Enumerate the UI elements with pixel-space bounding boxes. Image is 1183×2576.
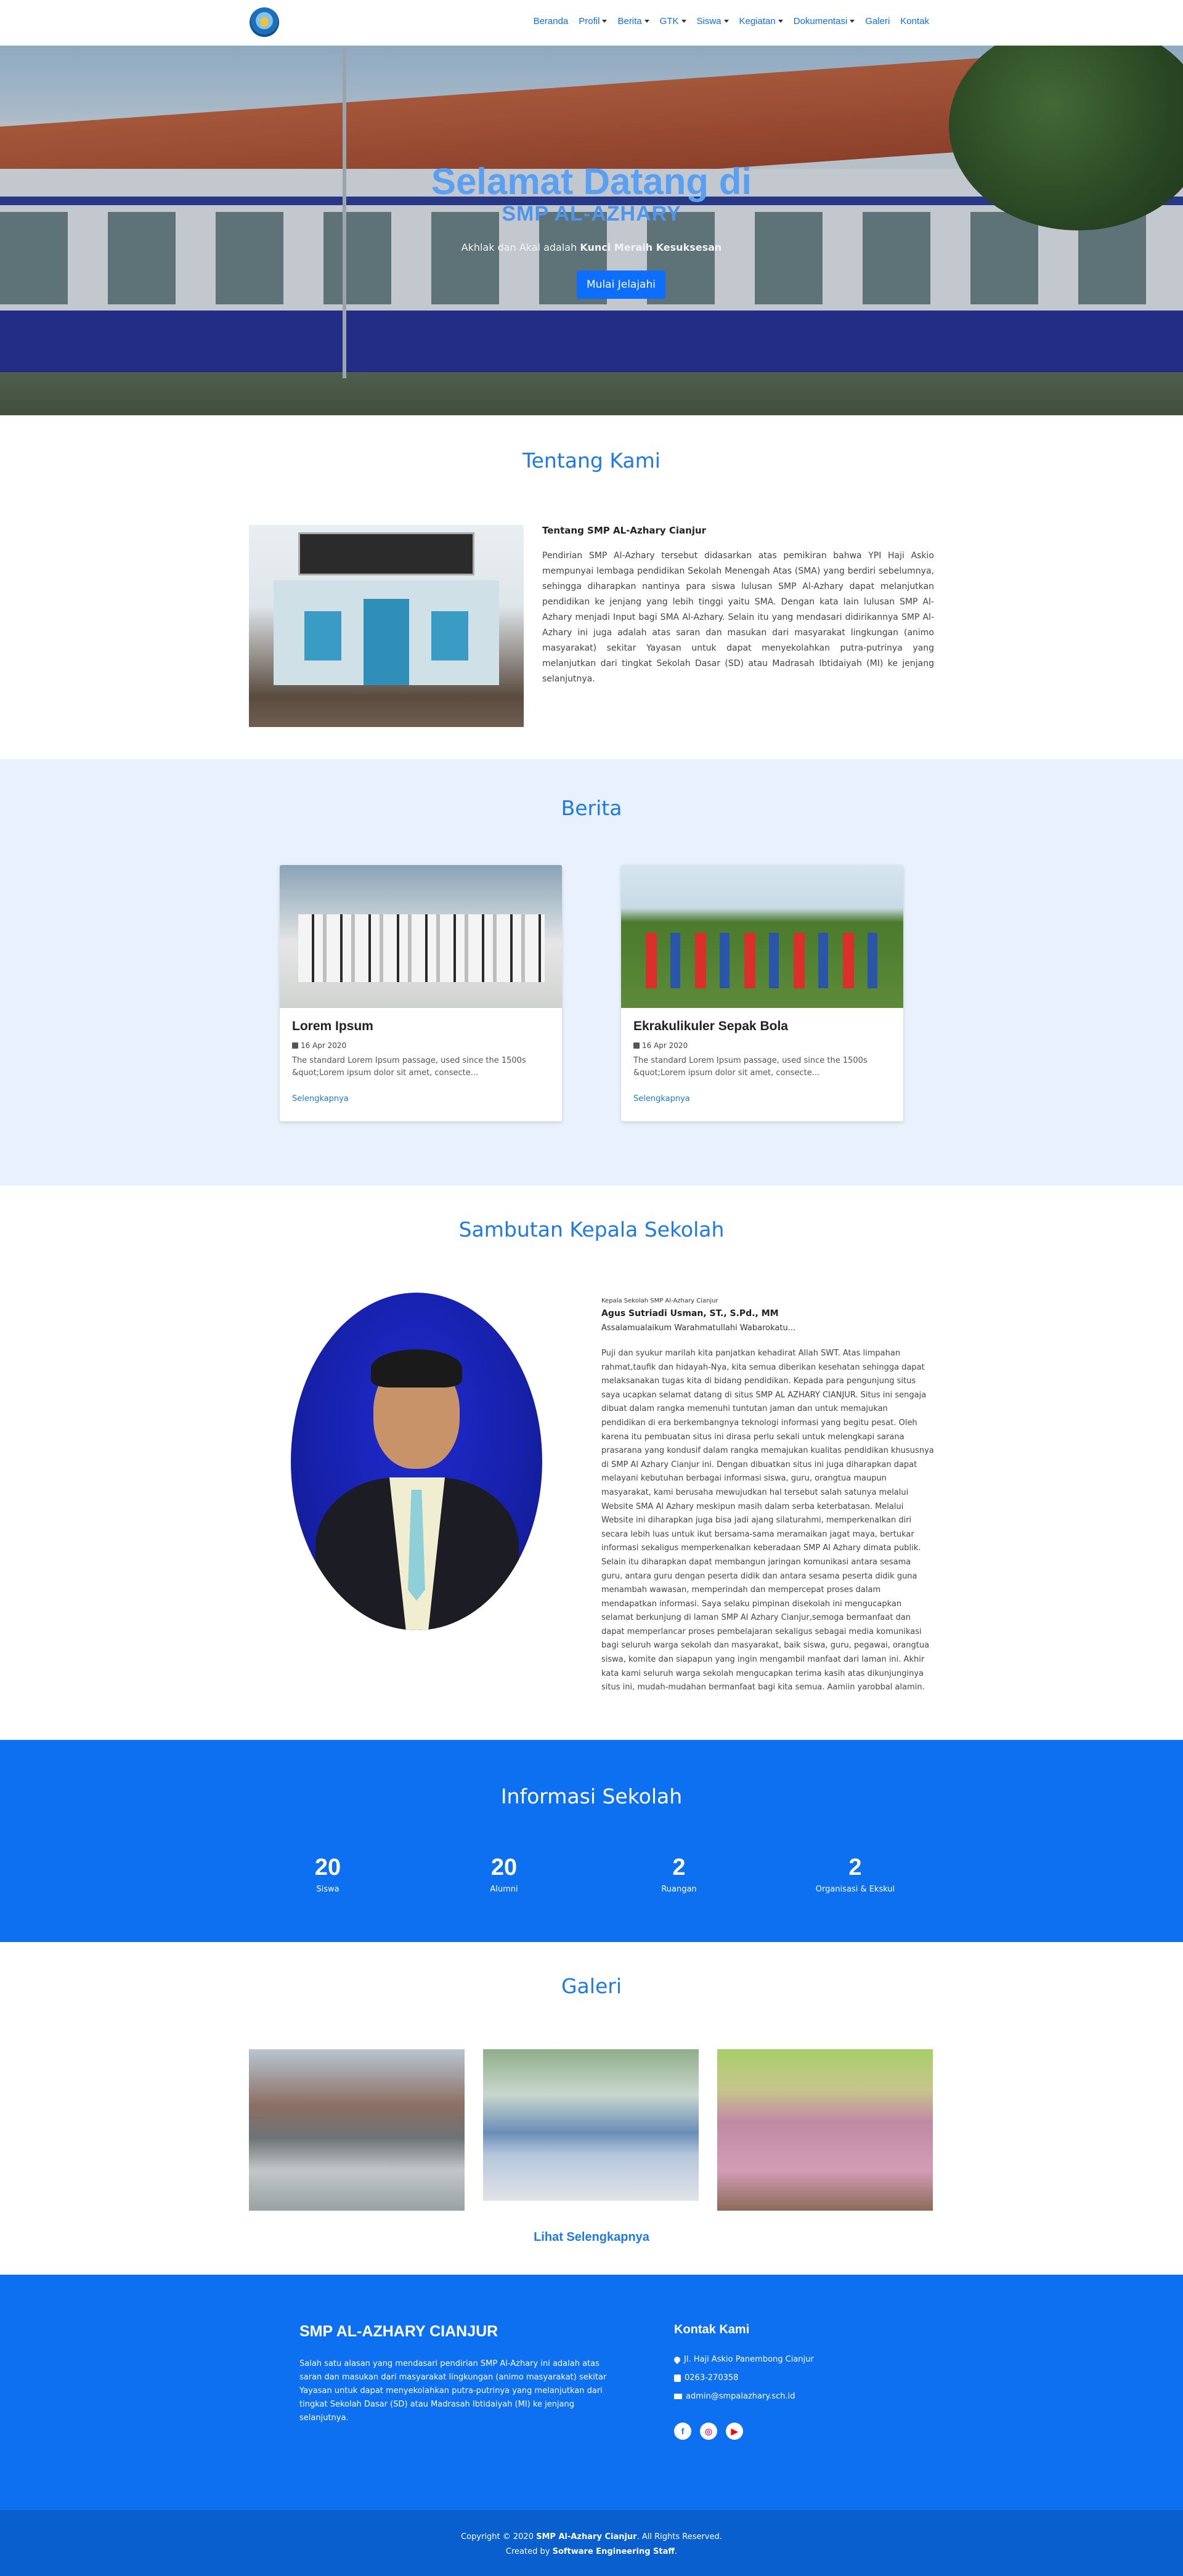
envelope-icon (674, 2394, 682, 2399)
news-title[interactable]: Lorem Ipsum (292, 1019, 373, 1034)
calendar-icon (633, 1042, 640, 1049)
stat-value: 2 (672, 1855, 686, 1880)
news-title[interactable]: Ekrakulikuler Sepak Bola (633, 1019, 788, 1034)
caret-down-icon (778, 20, 783, 23)
copyright-text: Copyright © 2020 SMP Al-Azhary Cianjur. … (461, 2532, 722, 2541)
footer-title: SMP AL-AZHARY CIANJUR (299, 2323, 498, 2340)
caret-down-icon (602, 20, 608, 23)
news-excerpt: The standard Lorem Ipsum passage, used s… (633, 1056, 868, 1078)
contact-email: admin@smpalazhary.sch.id (674, 2392, 795, 2401)
hero-tagline: Akhlak dan Akal adalah Kunci Meraih Kesu… (461, 242, 722, 253)
news-date: 16 Apr 2020 (633, 1041, 688, 1050)
mulai-jelajahi-button[interactable]: Mulai Jelajahi (577, 270, 665, 299)
youtube-icon[interactable]: ▶ (726, 2423, 743, 2440)
principal-name: Agus Sutriadi Usman, ST., S.Pd., MM (601, 1309, 779, 1318)
news-read-more-link[interactable]: Selengkapnya (292, 1094, 349, 1103)
footer-description: Salah satu alasan yang mendasari pendiri… (299, 2359, 607, 2423)
stat-value: 20 (490, 1855, 518, 1880)
nav-item-siswa[interactable]: Siswa (697, 16, 729, 26)
principal-greeting: Assalamualaikum Warahmatullahi Wabarokat… (601, 1323, 796, 1333)
school-logo-icon[interactable] (250, 7, 279, 37)
contact-phone: 0263-270358 (674, 2373, 738, 2383)
navbar: Beranda Profil Berita GTK Siswa Kegiatan… (0, 0, 1183, 46)
nav-item-gtk[interactable]: GTK (660, 16, 686, 26)
galeri-section-title: Galeri (561, 1974, 622, 1998)
stat-organisasi: 2 Organisasi & Ekskul (794, 1855, 917, 1894)
about-text: Pendirian SMP Al-Azhary tersebut didasar… (542, 551, 934, 684)
news-image[interactable] (280, 865, 562, 1008)
stat-label: Ruangan (661, 1885, 697, 1894)
nav-item-berita[interactable]: Berita (617, 16, 649, 26)
stat-value: 20 (314, 1855, 341, 1880)
gallery-see-more-link[interactable]: Lihat Selengkapnya (0, 2230, 1183, 2245)
calendar-icon (292, 1042, 298, 1049)
stat-siswa: 20 Siswa (266, 1855, 389, 1894)
berita-section-title: Berita (561, 796, 622, 820)
news-card[interactable]: Lorem Ipsum 16 Apr 2020 The standard Lor… (280, 865, 562, 1121)
map-marker-icon (672, 2355, 682, 2364)
sambutan-section-title: Sambutan Kepala Sekolah (458, 1217, 725, 1241)
credits-text: Created by Software Engineering Staff. (505, 2547, 678, 2556)
nav-item-kegiatan[interactable]: Kegiatan (739, 16, 783, 26)
principal-photo (291, 1293, 542, 1630)
hero-title: Selamat Datang di (431, 161, 752, 202)
stat-alumni: 20 Alumni (442, 1855, 566, 1894)
caret-down-icon (644, 20, 649, 23)
principal-message: Puji dan syukur marilah kita panjatkan k… (601, 1349, 934, 1692)
nav-item-profil[interactable]: Profil (579, 16, 608, 26)
school-building-image (249, 525, 524, 727)
gallery-image[interactable] (483, 2049, 699, 2201)
nav-item-kontak[interactable]: Kontak (900, 16, 929, 26)
nav-item-galeri[interactable]: Galeri (865, 16, 890, 26)
news-read-more-link[interactable]: Selengkapnya (633, 1094, 690, 1103)
facebook-icon[interactable]: f (674, 2423, 691, 2440)
news-excerpt: The standard Lorem Ipsum passage, used s… (292, 1056, 526, 1078)
stat-value: 2 (848, 1855, 862, 1880)
hero-subtitle: SMP AL-AZHARY (502, 202, 681, 226)
gallery-image[interactable] (249, 2049, 465, 2211)
nav-item-dokumentasi[interactable]: Dokumentasi (794, 16, 855, 26)
news-date: 16 Apr 2020 (292, 1041, 346, 1050)
stat-ruangan: 2 Ruangan (617, 1855, 741, 1894)
about-section-title: Tentang Kami (522, 449, 661, 473)
phone-icon (674, 2374, 681, 2382)
nav-item-beranda[interactable]: Beranda (534, 16, 569, 26)
news-image[interactable] (621, 865, 903, 1008)
info-section (0, 1740, 1183, 1942)
info-section-title: Informasi Sekolah (500, 1784, 683, 1808)
caret-down-icon (723, 20, 729, 23)
stat-label: Organisasi & Ekskul (815, 1885, 895, 1894)
caret-down-icon (850, 20, 855, 23)
stat-label: Siswa (316, 1885, 339, 1894)
copyright-bar (0, 2510, 1183, 2576)
caret-down-icon (681, 20, 686, 23)
gallery-image[interactable] (717, 2049, 933, 2211)
nav-menu: Beranda Profil Berita GTK Siswa Kegiatan… (534, 16, 929, 26)
contact-address: Jl. Haji Askio Panembong Cianjur (672, 2355, 814, 2364)
about-heading: Tentang SMP AL-Azhary Cianjur (542, 525, 707, 536)
news-card[interactable]: Ekrakulikuler Sepak Bola 16 Apr 2020 The… (621, 865, 903, 1121)
berita-section (0, 759, 1183, 1185)
principal-role: Kepala Sekolah SMP Al-Azhary Cianjur (601, 1298, 718, 1304)
stat-label: Alumni (490, 1885, 518, 1894)
hero-banner: Selamat Datang di SMP AL-AZHARY Akhlak d… (0, 46, 1183, 415)
instagram-icon[interactable]: ◎ (700, 2423, 717, 2440)
contact-title: Kontak Kami (674, 2323, 750, 2336)
